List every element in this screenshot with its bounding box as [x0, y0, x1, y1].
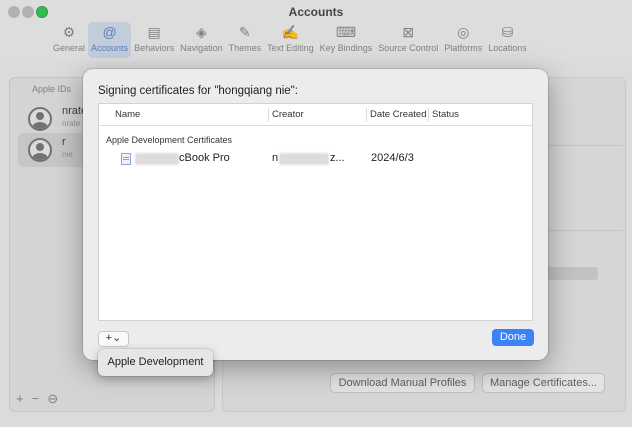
certificate-icon [121, 153, 131, 165]
done-button[interactable]: Done [492, 329, 534, 346]
table-row[interactable]: cBook Pro n z... 2024/6/3 [99, 150, 532, 168]
certificate-name: cBook Pro [179, 152, 230, 164]
column-header-creator[interactable]: Creator [272, 109, 304, 120]
add-certificate-button[interactable]: +⌄ [98, 331, 129, 347]
column-header-date[interactable]: Date Created [370, 109, 427, 120]
signing-certificates-sheet: Signing certificates for "hongqiang nie"… [83, 69, 548, 360]
creator-prefix: n [272, 152, 279, 164]
creator-suffix: z... [330, 152, 345, 164]
column-header-status[interactable]: Status [432, 109, 459, 120]
certificates-table: Name Creator Date Created Status Apple D… [98, 103, 533, 321]
menu-item-apple-development[interactable]: Apple Development [98, 349, 213, 376]
column-separator [268, 108, 269, 122]
date-created: 2024/6/3 [371, 152, 414, 164]
group-label: Apple Development Certificates [106, 135, 233, 145]
table-header: Name Creator Date Created Status [99, 104, 532, 126]
redacted-text [135, 153, 179, 165]
column-separator [428, 108, 429, 122]
add-certificate-menu: Apple Development [98, 349, 213, 376]
column-separator [366, 108, 367, 122]
sheet-title: Signing certificates for "hongqiang nie"… [98, 85, 298, 97]
redacted-text [279, 153, 329, 165]
column-header-name[interactable]: Name [115, 109, 140, 120]
